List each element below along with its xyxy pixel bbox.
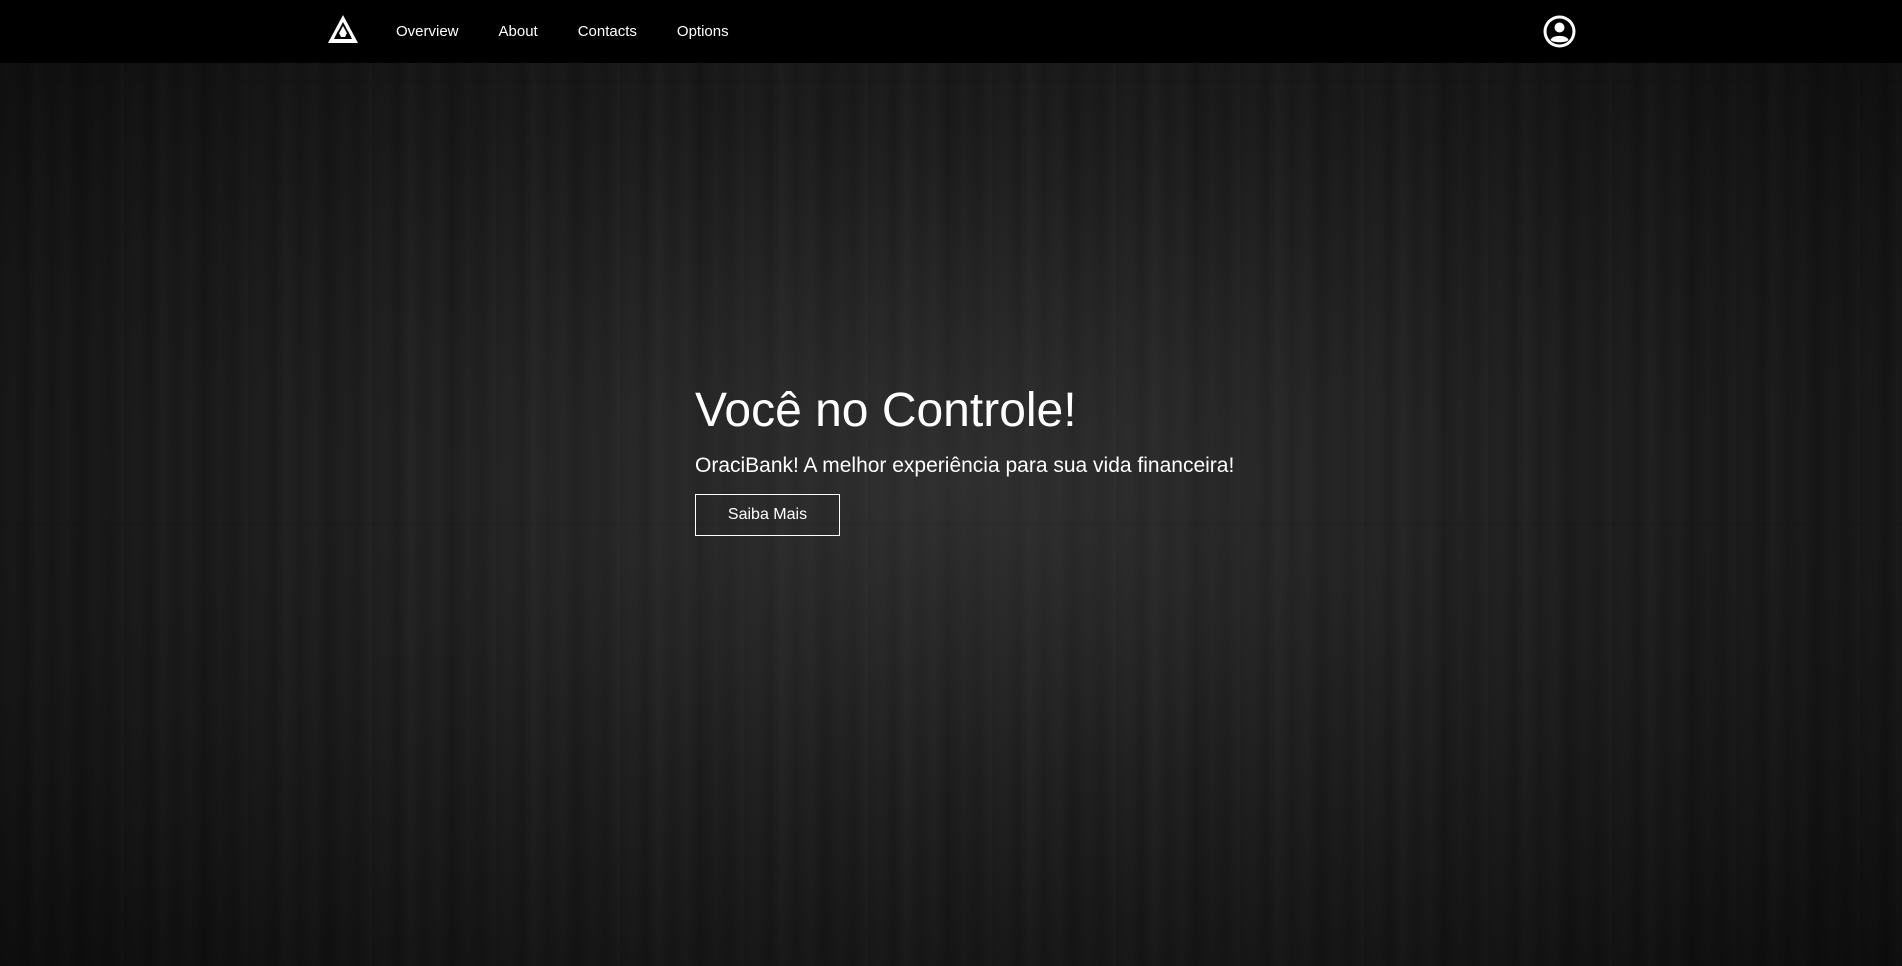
nav-link-about[interactable]: About <box>479 23 558 40</box>
saiba-mais-button[interactable]: Saiba Mais <box>695 494 840 536</box>
nav-link-contacts[interactable]: Contacts <box>558 23 657 40</box>
nav-link-options[interactable]: Options <box>657 23 749 40</box>
user-avatar-icon[interactable] <box>1543 15 1576 48</box>
hero-section: Você no Controle! OraciBank! A melhor ex… <box>695 380 1234 536</box>
hero-subtitle: OraciBank! A melhor experiência para sua… <box>695 454 1235 477</box>
triangle-logo-icon[interactable] <box>327 14 359 44</box>
nav-links: Overview About Contacts Options <box>376 0 749 63</box>
top-navbar: Overview About Contacts Options <box>0 0 1902 63</box>
nav-link-overview[interactable]: Overview <box>376 23 479 40</box>
hero-title: Você no Controle! <box>695 384 1077 437</box>
page: Overview About Contacts Options Você no … <box>0 0 1902 966</box>
